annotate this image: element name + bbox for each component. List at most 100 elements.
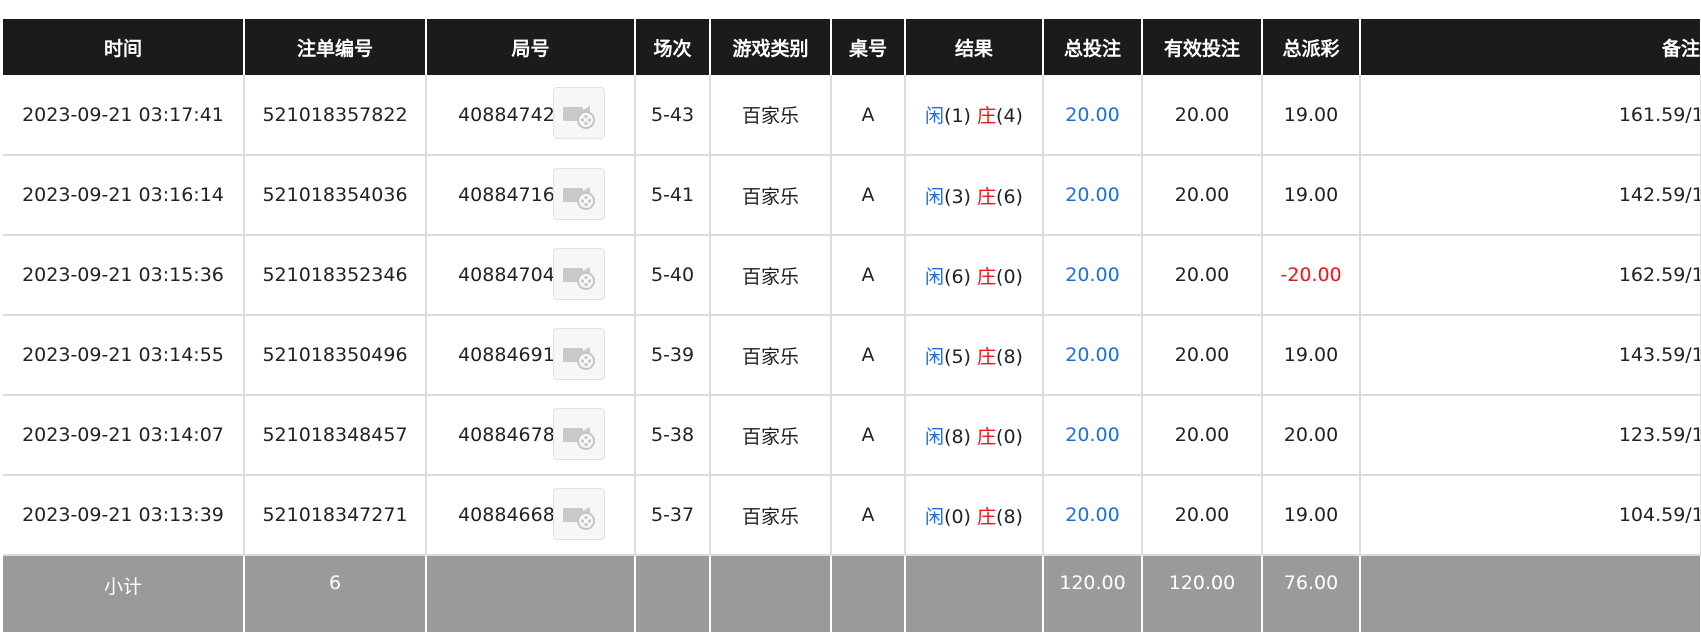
cell-round: 408846683	[426, 475, 636, 556]
table-row: 2023-09-21 03:15:36 521018352346 4088470…	[3, 235, 1701, 316]
video-replay-icon	[563, 106, 595, 129]
header-remark: 备注	[1360, 19, 1701, 75]
cell-payout: 20.00	[1262, 395, 1361, 476]
header-payout: 总派彩	[1262, 19, 1361, 75]
header-session: 场次	[635, 19, 711, 75]
subtotal-row: 小计 6 120.00 120.00 76.00	[3, 555, 1701, 632]
cell-total-bet: 20.00	[1043, 235, 1143, 316]
table-row: 2023-09-21 03:14:07 521018348457 4088467…	[3, 395, 1701, 476]
cell-valid-bet: 20.00	[1142, 475, 1263, 556]
banker-score: (8)	[996, 505, 1023, 528]
table-row: 2023-09-21 03:14:55 521018350496 4088469…	[3, 315, 1701, 396]
subtotal-payout: 76.00	[1262, 555, 1361, 632]
video-replay-button[interactable]	[553, 168, 605, 220]
cell-round: 408846919	[426, 315, 636, 396]
cell-remark: 161.59/180.	[1360, 75, 1701, 156]
cell-table: A	[831, 235, 906, 316]
cell-round: 408847164	[426, 155, 636, 236]
cell-round: 408847044	[426, 235, 636, 316]
cell-time: 2023-09-21 03:14:55	[3, 315, 245, 396]
player-label: 闲	[925, 345, 945, 368]
cell-total-bet: 20.00	[1043, 155, 1143, 236]
cell-time: 2023-09-21 03:15:36	[3, 235, 245, 316]
cell-payout: -20.00	[1262, 235, 1361, 316]
cell-game-type: 百家乐	[710, 395, 832, 476]
cell-table: A	[831, 155, 906, 236]
round-number: 408847420	[458, 103, 567, 126]
cell-table: A	[831, 315, 906, 396]
cell-time: 2023-09-21 03:13:39	[3, 475, 245, 556]
banker-label: 庄	[977, 105, 997, 127]
cell-remark: 143.59/162.	[1360, 315, 1701, 396]
cell-time: 2023-09-21 03:17:41	[3, 75, 245, 156]
player-score: (8)	[944, 425, 971, 448]
cell-game-type: 百家乐	[710, 475, 832, 556]
banker-score: (0)	[996, 265, 1023, 288]
cell-total-bet: 20.00	[1043, 475, 1143, 556]
subtotal-valid-bet: 120.00	[1142, 555, 1263, 632]
header-game-type: 游戏类别	[710, 19, 832, 75]
cell-payout: 19.00	[1262, 75, 1361, 156]
cell-bet-id: 521018347271	[244, 475, 427, 556]
cell-result: 闲(6) 庄(0)	[905, 235, 1044, 316]
cell-bet-id: 521018354036	[244, 155, 427, 236]
video-replay-button[interactable]	[553, 408, 605, 460]
cell-result: 闲(3) 庄(6)	[905, 155, 1044, 236]
cell-time: 2023-09-21 03:16:14	[3, 155, 245, 236]
header-total-bet: 总投注	[1043, 19, 1143, 75]
cell-game-type: 百家乐	[710, 75, 832, 156]
round-number: 408846683	[458, 504, 567, 526]
player-label: 闲	[925, 505, 945, 528]
cell-game-type: 百家乐	[710, 235, 832, 316]
cell-round: 408847420	[426, 75, 636, 156]
cell-bet-id: 521018348457	[244, 395, 427, 476]
video-replay-button[interactable]	[553, 488, 605, 540]
table-row: 2023-09-21 03:16:14 521018354036 4088471…	[3, 155, 1701, 236]
cell-game-type: 百家乐	[710, 315, 832, 396]
cell-table: A	[831, 395, 906, 476]
player-label: 闲	[925, 185, 945, 208]
round-number: 408846919	[458, 344, 567, 366]
video-replay-icon	[563, 347, 595, 370]
video-replay-icon	[563, 507, 595, 530]
table-row: 2023-09-21 03:17:41 521018357822 4088474…	[3, 75, 1701, 156]
banker-score: (0)	[996, 425, 1023, 448]
subtotal-label: 小计	[3, 555, 245, 632]
cell-session: 5-41	[635, 155, 711, 236]
banker-score: (8)	[996, 345, 1023, 368]
cell-payout: 19.00	[1262, 315, 1361, 396]
cell-remark: 162.59/142.	[1360, 235, 1701, 316]
remark-text: 104.59/123.	[1618, 504, 1701, 526]
cell-result: 闲(0) 庄(8)	[905, 475, 1044, 556]
table-row: 2023-09-21 03:13:39 521018347271 4088466…	[3, 475, 1701, 556]
video-replay-button[interactable]	[553, 87, 605, 139]
remark-text: 142.59/161.	[1618, 184, 1701, 206]
player-label: 闲	[925, 105, 945, 127]
banker-label: 庄	[977, 425, 997, 448]
banker-label: 庄	[977, 505, 997, 528]
remark-text: 143.59/162.	[1618, 344, 1701, 366]
video-replay-icon	[563, 427, 595, 450]
video-replay-icon	[563, 187, 595, 210]
video-replay-button[interactable]	[553, 248, 605, 300]
banker-score: (6)	[996, 185, 1023, 208]
cell-payout: 19.00	[1262, 155, 1361, 236]
cell-result: 闲(5) 庄(8)	[905, 315, 1044, 396]
cell-time: 2023-09-21 03:14:07	[3, 395, 245, 476]
banker-score: (4)	[996, 105, 1023, 127]
banker-label: 庄	[977, 345, 997, 368]
remark-text: 162.59/142.	[1618, 264, 1701, 286]
cell-table: A	[831, 75, 906, 156]
cell-session: 5-39	[635, 315, 711, 396]
player-score: (1)	[944, 105, 971, 127]
header-time: 时间	[3, 19, 245, 75]
subtotal-count: 6	[244, 555, 427, 632]
cell-session: 5-40	[635, 235, 711, 316]
cell-table: A	[831, 475, 906, 556]
cell-result: 闲(1) 庄(4)	[905, 75, 1044, 156]
video-replay-button[interactable]	[553, 328, 605, 380]
cell-total-bet: 20.00	[1043, 315, 1143, 396]
cell-remark: 123.59/143.	[1360, 395, 1701, 476]
cell-valid-bet: 20.00	[1142, 75, 1263, 156]
cell-game-type: 百家乐	[710, 155, 832, 236]
